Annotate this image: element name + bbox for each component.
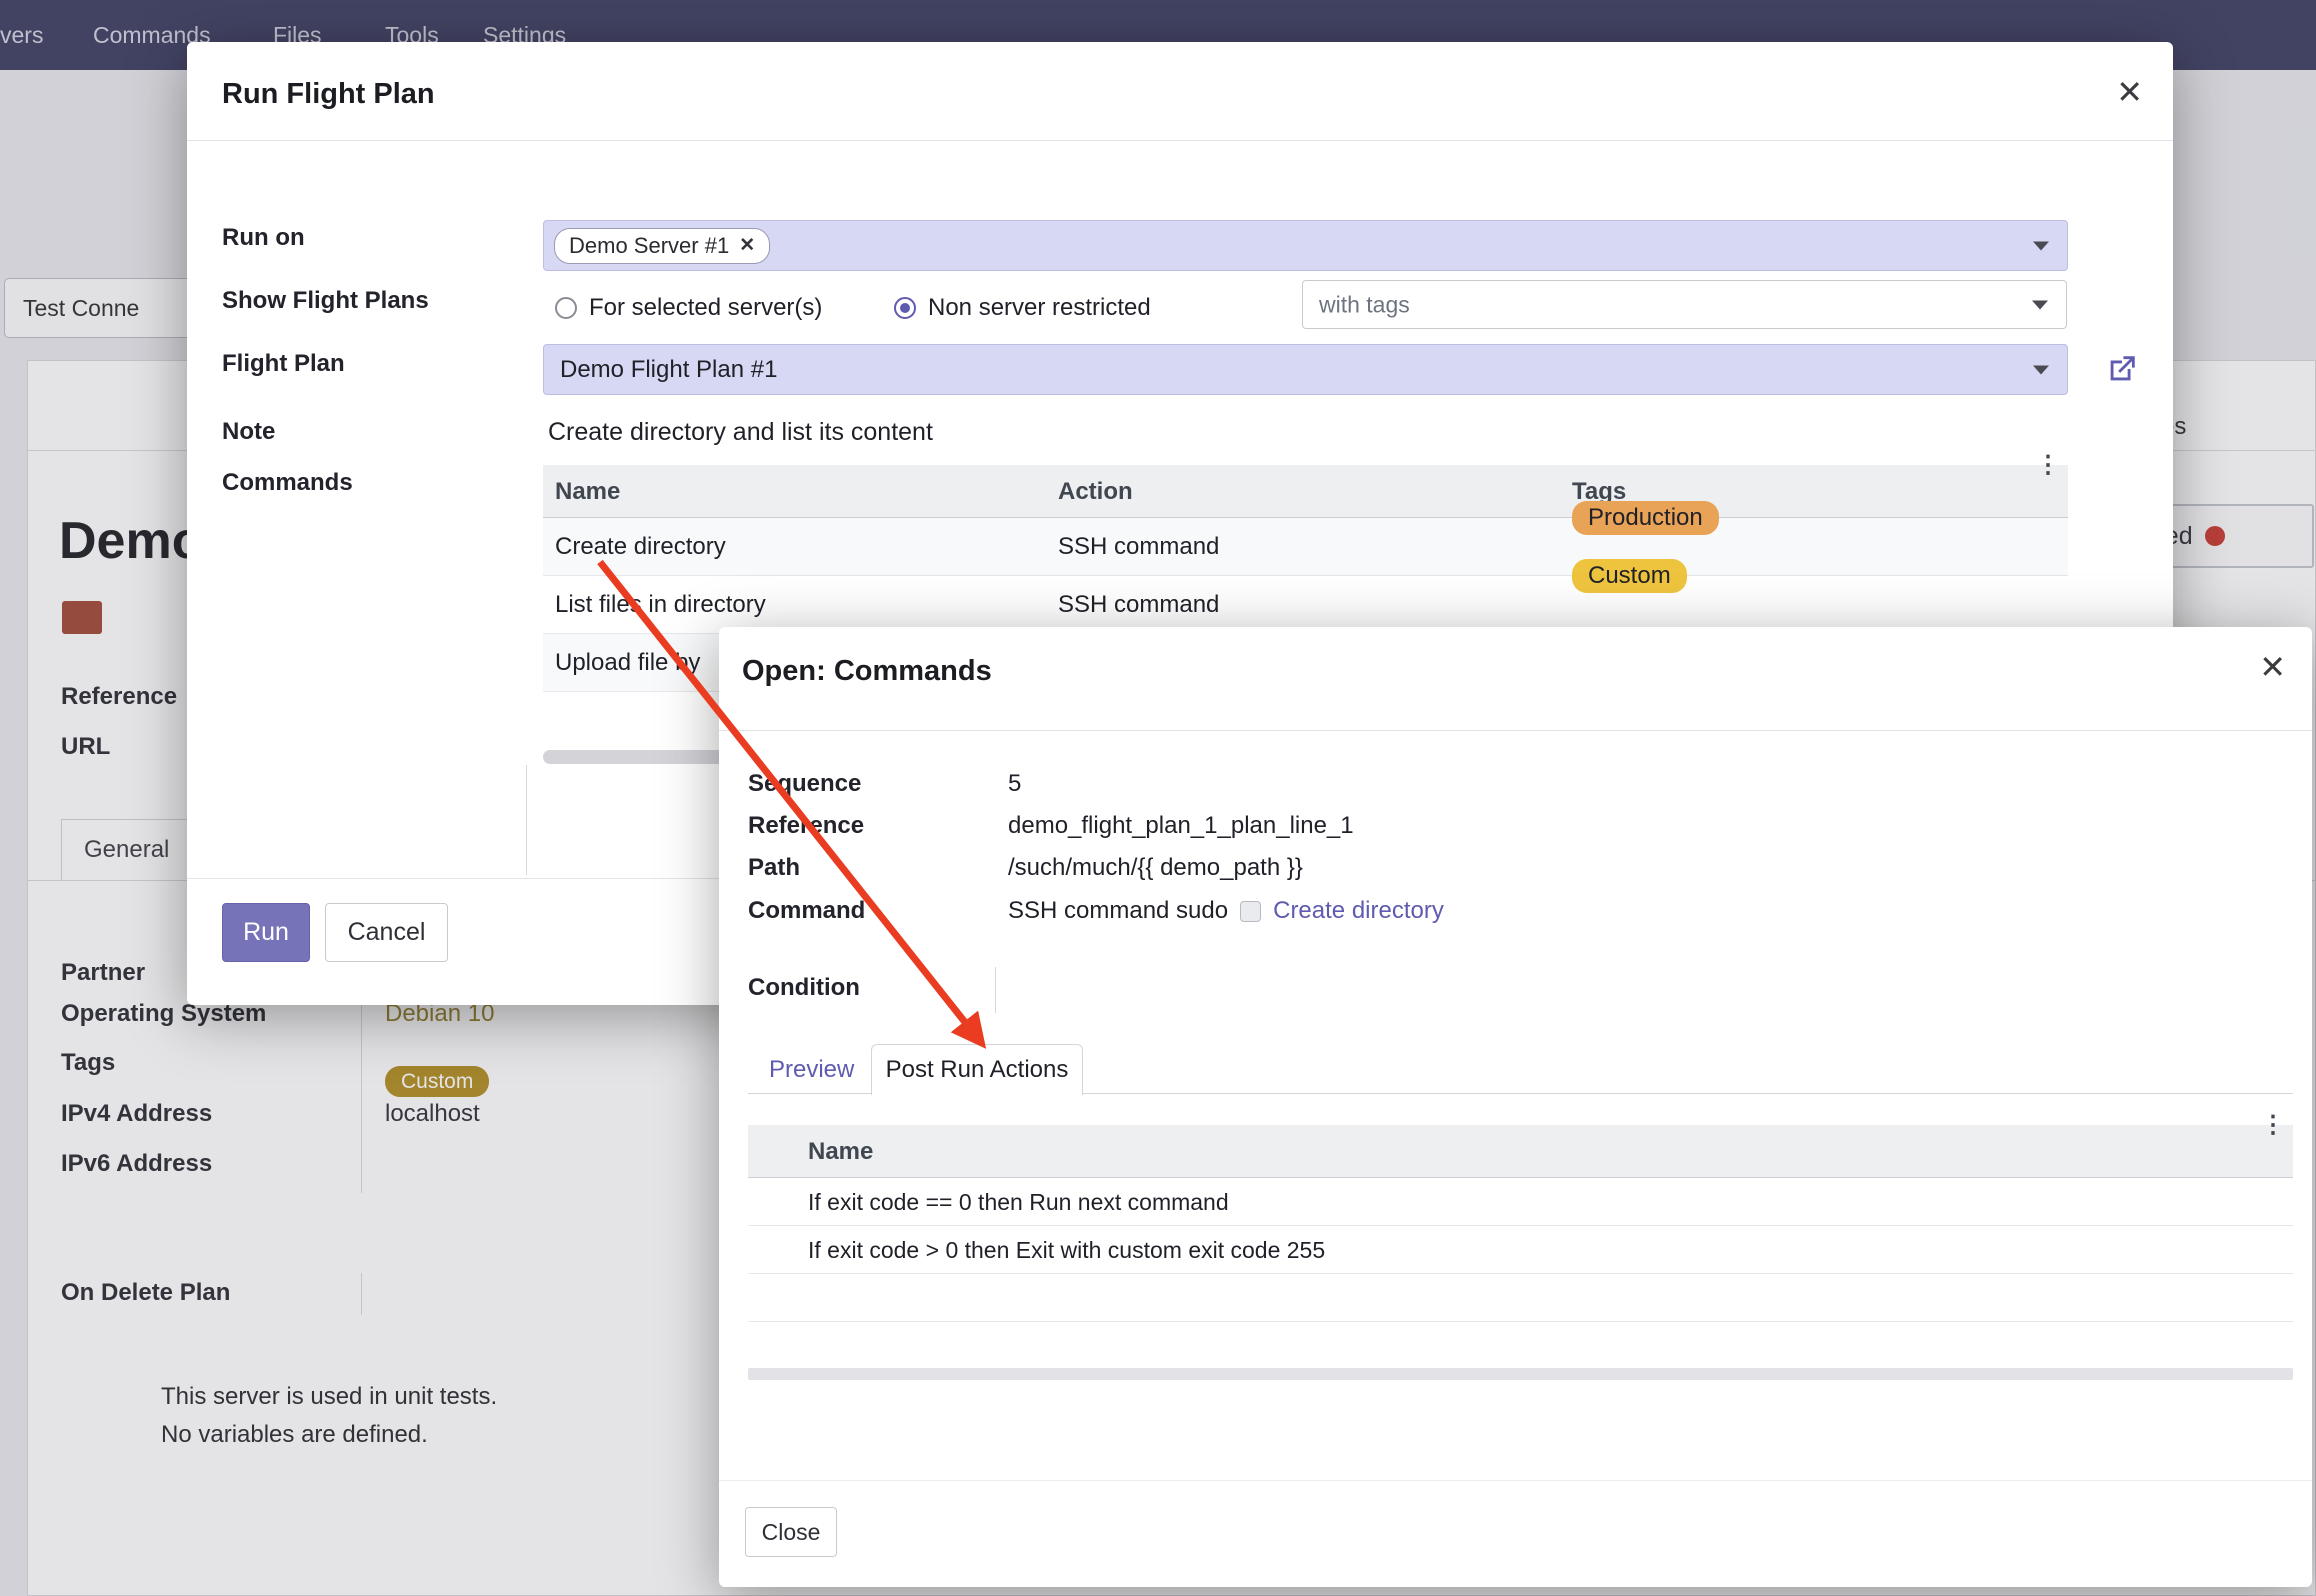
create-directory-link[interactable]: Create directory — [1273, 897, 1444, 925]
server-chip[interactable]: Demo Server #1 ✕ — [554, 228, 770, 264]
post-run-table-header: Name ⋮ — [748, 1125, 2293, 1178]
chevron-down-icon[interactable] — [2032, 300, 2048, 309]
command-checkbox[interactable] — [1240, 901, 1261, 922]
row-tag-badge: Production — [1572, 501, 1719, 535]
table-row[interactable]: List files in directory SSH command Cust… — [543, 576, 2068, 634]
screen: vers Commands Files Tools Settings Test … — [0, 0, 2316, 1596]
run-on-tags-input[interactable]: Demo Server #1 ✕ — [543, 220, 2068, 271]
run-modal-title: Run Flight Plan — [222, 78, 435, 111]
table-row[interactable]: If exit code > 0 then Exit with custom e… — [748, 1226, 2293, 1274]
row-name: List files in directory — [555, 576, 766, 634]
note-label: Note — [222, 416, 275, 448]
command-value-row: SSH command sudo Create directory — [1008, 893, 1444, 929]
post-run-actions-table: Name ⋮ If exit code == 0 then Run next c… — [748, 1125, 2293, 1322]
flight-plan-label: Flight Plan — [222, 348, 345, 380]
condition-label: Condition — [748, 972, 860, 1004]
table-row[interactable]: Create directory SSH command Production — [543, 518, 2068, 576]
sequence-label: Sequence — [748, 768, 861, 800]
row-action: SSH command — [1058, 518, 1219, 576]
col-action: Action — [1058, 465, 1133, 518]
flight-plan-value: Demo Flight Plan #1 — [560, 356, 777, 384]
row-name: If exit code > 0 then Exit with custom e… — [808, 1226, 1325, 1274]
col-name: Name — [808, 1125, 873, 1178]
commands-table-header: Name Action Tags ⋮ — [543, 465, 2068, 518]
commands-label: Commands — [222, 467, 353, 499]
with-tags-select[interactable]: with tags — [1302, 280, 2067, 329]
table-row[interactable]: If exit code == 0 then Run next command — [748, 1178, 2293, 1226]
col-name: Name — [555, 465, 620, 518]
row-tag-badge: Custom — [1572, 559, 1687, 593]
reference-label: Reference — [748, 810, 864, 842]
row-name: Upload file by — [555, 634, 700, 692]
tab-post-run-actions[interactable]: Post Run Actions — [871, 1044, 1083, 1095]
close-icon[interactable]: ✕ — [2259, 651, 2286, 683]
chevron-down-icon[interactable] — [2033, 365, 2049, 374]
flight-plan-select[interactable]: Demo Flight Plan #1 — [543, 344, 2068, 395]
note-value: Create directory and list its content — [548, 416, 933, 448]
kebab-menu-icon[interactable]: ⋮ — [2261, 1099, 2285, 1152]
show-flight-plans-label: Show Flight Plans — [222, 285, 429, 317]
close-button[interactable]: Close — [745, 1507, 837, 1557]
command-label: Command — [748, 895, 865, 927]
cancel-button[interactable]: Cancel — [325, 903, 448, 962]
modal-header-divider — [719, 730, 2312, 731]
kebab-menu-icon[interactable]: ⋮ — [2036, 439, 2060, 492]
path-label: Path — [748, 852, 800, 884]
horizontal-scrollbar[interactable] — [748, 1368, 2293, 1380]
chip-remove-icon[interactable]: ✕ — [739, 234, 755, 257]
left-rule — [526, 765, 527, 875]
modal-footer-divider — [719, 1480, 2312, 1481]
table-row-empty — [748, 1274, 2293, 1322]
chevron-down-icon[interactable] — [2033, 241, 2049, 250]
condition-field-rule — [995, 967, 996, 1013]
modal-header-divider — [187, 140, 2173, 141]
open-commands-modal: Open: Commands ✕ Sequence 5 Reference de… — [719, 627, 2312, 1587]
reference-value: demo_flight_plan_1_plan_line_1 — [1008, 810, 1354, 842]
row-name: If exit code == 0 then Run next command — [808, 1178, 1229, 1226]
radio-for-selected-servers-label[interactable]: For selected server(s) — [589, 292, 822, 324]
radio-non-server-restricted[interactable] — [894, 297, 916, 319]
run-on-label: Run on — [222, 222, 305, 254]
sequence-value: 5 — [1008, 768, 1021, 800]
close-icon[interactable]: ✕ — [2116, 76, 2143, 108]
radio-non-server-restricted-label[interactable]: Non server restricted — [928, 292, 1151, 324]
open-modal-title: Open: Commands — [742, 655, 992, 688]
command-value: SSH command sudo — [1008, 897, 1228, 925]
with-tags-value: with tags — [1319, 291, 1410, 318]
row-action: SSH command — [1058, 576, 1219, 634]
server-chip-label: Demo Server #1 — [569, 233, 729, 259]
path-value: /such/much/{{ demo_path }} — [1008, 852, 1303, 884]
radio-for-selected-servers[interactable] — [555, 297, 577, 319]
row-name: Create directory — [555, 518, 726, 576]
external-link-icon[interactable] — [2105, 352, 2139, 391]
run-button[interactable]: Run — [222, 903, 310, 962]
